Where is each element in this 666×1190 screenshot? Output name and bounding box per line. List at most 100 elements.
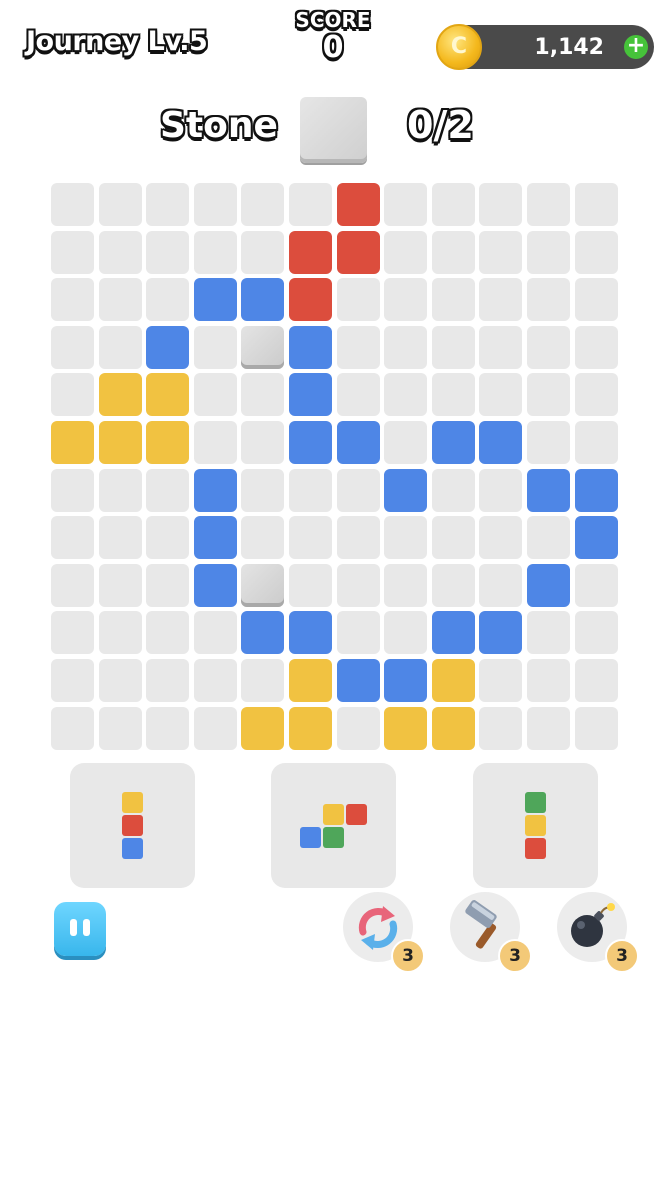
board-cell[interactable] [527, 183, 570, 226]
board-cell[interactable] [431, 230, 475, 274]
board-cell[interactable] [51, 230, 94, 274]
piece-tray-2[interactable] [271, 763, 396, 888]
block-yellow[interactable] [241, 706, 285, 750]
block-red[interactable] [289, 278, 332, 322]
block-blue[interactable] [289, 325, 332, 369]
board-cell[interactable] [431, 563, 475, 607]
block-yellow[interactable] [146, 421, 190, 464]
block-blue[interactable] [431, 611, 475, 655]
board-cell[interactable] [479, 230, 523, 274]
block-yellow[interactable] [146, 373, 190, 417]
block-red[interactable] [336, 230, 380, 274]
board-cell[interactable] [98, 230, 142, 274]
board-cell[interactable] [384, 611, 428, 655]
add-coins-button[interactable]: + [624, 35, 648, 59]
block-blue[interactable] [193, 563, 237, 607]
block-yellow[interactable] [431, 706, 475, 750]
block-blue[interactable] [479, 421, 523, 464]
shuffle-booster-button[interactable]: 3 [343, 892, 425, 973]
board-cell[interactable] [574, 706, 618, 750]
board-cell[interactable] [146, 183, 190, 226]
board-cell[interactable] [193, 183, 237, 226]
hammer-booster-button[interactable]: 3 [450, 892, 532, 973]
board-cell[interactable] [146, 563, 190, 607]
block-blue[interactable] [241, 278, 285, 322]
board-cell[interactable] [479, 563, 523, 607]
board-cell[interactable] [479, 706, 523, 750]
board-cell[interactable] [574, 278, 618, 322]
board-cell[interactable] [336, 706, 380, 750]
board-cell[interactable] [479, 183, 523, 226]
block-blue[interactable] [336, 421, 380, 464]
board-cell[interactable] [336, 563, 380, 607]
board-cell[interactable] [241, 183, 285, 226]
board-cell[interactable] [51, 659, 94, 702]
board-cell[interactable] [51, 468, 94, 512]
block-blue[interactable] [193, 516, 237, 560]
block-blue[interactable] [289, 373, 332, 417]
block-blue[interactable] [193, 278, 237, 322]
board-cell[interactable] [336, 278, 380, 322]
board-cell[interactable] [193, 659, 237, 702]
board-cell[interactable] [193, 230, 237, 274]
block-yellow[interactable] [384, 706, 428, 750]
block-blue[interactable] [574, 516, 618, 560]
board-cell[interactable] [193, 611, 237, 655]
board-cell[interactable] [241, 373, 285, 417]
block-blue[interactable] [241, 611, 285, 655]
board-cell[interactable] [527, 659, 570, 702]
board-cell[interactable] [527, 278, 570, 322]
board-cell[interactable] [193, 325, 237, 369]
board-cell[interactable] [527, 230, 570, 274]
board-cell[interactable] [574, 373, 618, 417]
board-cell[interactable] [51, 183, 94, 226]
block-blue[interactable] [336, 659, 380, 702]
board-cell[interactable] [527, 421, 570, 464]
board-cell[interactable] [384, 325, 428, 369]
board-cell[interactable] [193, 373, 237, 417]
board-cell[interactable] [241, 516, 285, 560]
board-cell[interactable] [51, 278, 94, 322]
block-blue[interactable] [431, 421, 475, 464]
block-yellow[interactable] [431, 659, 475, 702]
board-cell[interactable] [51, 373, 94, 417]
board-cell[interactable] [336, 468, 380, 512]
board-cell[interactable] [193, 706, 237, 750]
pause-button[interactable] [54, 902, 106, 956]
block-yellow[interactable] [289, 706, 332, 750]
board-cell[interactable] [146, 611, 190, 655]
block-blue[interactable] [193, 468, 237, 512]
board-cell[interactable] [384, 516, 428, 560]
board-cell[interactable] [336, 325, 380, 369]
board-cell[interactable] [574, 421, 618, 464]
block-blue[interactable] [479, 611, 523, 655]
board-cell[interactable] [51, 516, 94, 560]
board-cell[interactable] [384, 421, 428, 464]
stone-block[interactable] [241, 325, 285, 369]
board-cell[interactable] [527, 611, 570, 655]
block-red[interactable] [336, 183, 380, 226]
board-cell[interactable] [431, 278, 475, 322]
board-cell[interactable] [98, 278, 142, 322]
piece-tray-1[interactable] [70, 763, 195, 888]
board-cell[interactable] [51, 706, 94, 750]
board-cell[interactable] [193, 421, 237, 464]
board-cell[interactable] [527, 373, 570, 417]
board-cell[interactable] [527, 516, 570, 560]
board-cell[interactable] [431, 516, 475, 560]
board-cell[interactable] [98, 183, 142, 226]
board-cell[interactable] [479, 468, 523, 512]
board-cell[interactable] [98, 516, 142, 560]
block-blue[interactable] [384, 468, 428, 512]
board-cell[interactable] [289, 468, 332, 512]
board-cell[interactable] [289, 183, 332, 226]
board-cell[interactable] [574, 659, 618, 702]
board-cell[interactable] [51, 563, 94, 607]
board-cell[interactable] [241, 230, 285, 274]
bomb-booster-button[interactable]: 3 [557, 892, 639, 973]
board-cell[interactable] [574, 563, 618, 607]
board-cell[interactable] [146, 706, 190, 750]
block-blue[interactable] [574, 468, 618, 512]
board-cell[interactable] [98, 325, 142, 369]
board-cell[interactable] [574, 611, 618, 655]
